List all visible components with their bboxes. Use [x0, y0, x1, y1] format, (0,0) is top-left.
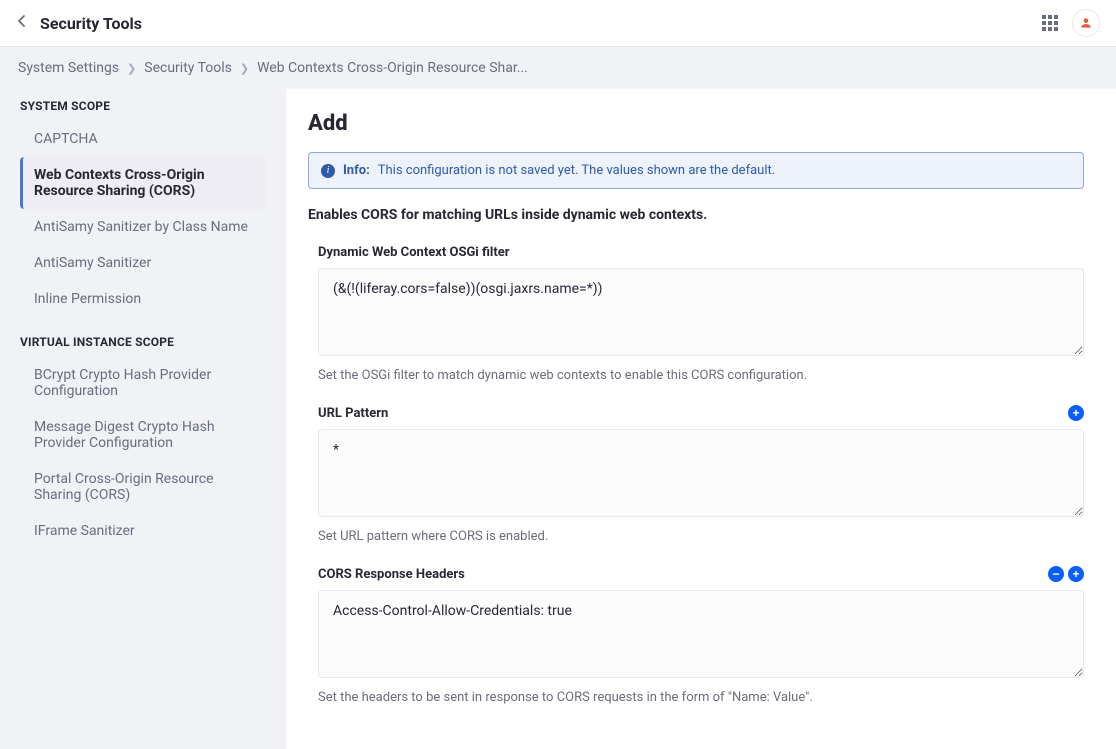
add-button[interactable]: + — [1068, 566, 1084, 582]
field-actions: + — [1068, 405, 1084, 421]
field-header: URL Pattern + — [318, 405, 1084, 421]
apps-icon[interactable] — [1042, 15, 1058, 31]
breadcrumb: System Settings ❯ Security Tools ❯ Web C… — [0, 47, 1116, 89]
url-pattern-input[interactable] — [318, 429, 1084, 517]
field-cors-headers: CORS Response Headers − + Set the header… — [308, 566, 1084, 705]
osgi-filter-input[interactable] — [318, 268, 1084, 356]
page-title: Security Tools — [40, 14, 142, 33]
topbar: Security Tools — [0, 0, 1116, 47]
info-icon: i — [321, 164, 335, 178]
breadcrumb-item[interactable]: Security Tools — [144, 60, 232, 76]
field-label: CORS Response Headers — [318, 567, 465, 582]
sidebar: SYSTEM SCOPE CAPTCHA Web Contexts Cross-… — [0, 89, 286, 749]
chevron-right-icon: ❯ — [240, 62, 249, 75]
add-button[interactable]: + — [1068, 405, 1084, 421]
back-icon[interactable] — [16, 15, 28, 31]
avatar[interactable] — [1072, 9, 1100, 37]
alert-text: This configuration is not saved yet. The… — [378, 163, 775, 178]
topbar-left: Security Tools — [16, 14, 142, 33]
field-url-pattern: URL Pattern + Set URL pattern where CORS… — [308, 405, 1084, 544]
sidebar-heading: VIRTUAL INSTANCE SCOPE — [20, 335, 266, 349]
cors-headers-input[interactable] — [318, 590, 1084, 678]
chevron-right-icon: ❯ — [127, 62, 136, 75]
sidebar-item-inline-permission[interactable]: Inline Permission — [20, 281, 266, 317]
sidebar-item-iframe-sanitizer[interactable]: IFrame Sanitizer — [20, 513, 266, 549]
main-content: Add i Info: This configuration is not sa… — [286, 89, 1116, 749]
info-alert: i Info: This configuration is not saved … — [308, 152, 1084, 189]
field-help: Set the OSGi filter to match dynamic web… — [318, 368, 1084, 383]
field-header: CORS Response Headers − + — [318, 566, 1084, 582]
sidebar-item-cors-web-contexts[interactable]: Web Contexts Cross-Origin Resource Shari… — [20, 157, 266, 209]
remove-button[interactable]: − — [1048, 566, 1064, 582]
main-heading: Add — [308, 111, 1084, 136]
field-help: Set URL pattern where CORS is enabled. — [318, 529, 1084, 544]
field-osgi-filter: Dynamic Web Context OSGi filter Set the … — [308, 245, 1084, 383]
sidebar-item-antisamy-class[interactable]: AntiSamy Sanitizer by Class Name — [20, 209, 266, 245]
sidebar-item-portal-cors[interactable]: Portal Cross-Origin Resource Sharing (CO… — [20, 461, 266, 513]
field-actions: − + — [1048, 566, 1084, 582]
sidebar-item-antisamy[interactable]: AntiSamy Sanitizer — [20, 245, 266, 281]
breadcrumb-item[interactable]: System Settings — [18, 60, 119, 76]
config-description: Enables CORS for matching URLs inside dy… — [308, 207, 1084, 223]
layout: SYSTEM SCOPE CAPTCHA Web Contexts Cross-… — [0, 89, 1116, 749]
sidebar-item-message-digest[interactable]: Message Digest Crypto Hash Provider Conf… — [20, 409, 266, 461]
sidebar-heading: SYSTEM SCOPE — [20, 99, 266, 113]
alert-label: Info: — [343, 163, 370, 178]
sidebar-item-bcrypt[interactable]: BCrypt Crypto Hash Provider Configuratio… — [20, 357, 266, 409]
sidebar-item-captcha[interactable]: CAPTCHA — [20, 121, 266, 157]
field-label: URL Pattern — [318, 406, 388, 421]
field-label: Dynamic Web Context OSGi filter — [318, 245, 510, 260]
breadcrumb-item-current[interactable]: Web Contexts Cross-Origin Resource Shar.… — [257, 60, 528, 76]
field-header: Dynamic Web Context OSGi filter — [318, 245, 1084, 260]
topbar-right — [1042, 9, 1100, 37]
